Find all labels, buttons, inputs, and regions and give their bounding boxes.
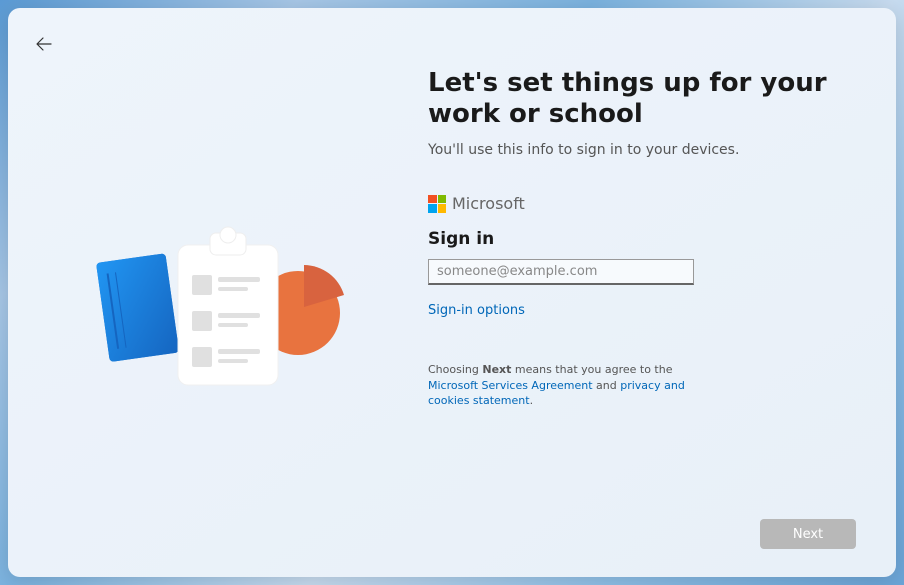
back-button[interactable]: [32, 32, 56, 56]
microsoft-logo-icon: [428, 195, 446, 213]
legal-next-word: Next: [482, 363, 511, 376]
microsoft-brand: Microsoft: [428, 194, 848, 213]
email-input[interactable]: [428, 259, 694, 285]
microsoft-brand-text: Microsoft: [452, 194, 525, 213]
page-subtitle: You'll use this info to sign in to your …: [428, 142, 848, 158]
signin-options-link[interactable]: Sign-in options: [428, 303, 525, 318]
work-school-illustration: [68, 213, 368, 413]
services-agreement-link[interactable]: Microsoft Services Agreement: [428, 379, 593, 392]
legal-text: Choosing Next means that you agree to th…: [428, 362, 708, 408]
signin-heading: Sign in: [428, 229, 848, 249]
oobe-window: Let's set things up for your work or sch…: [8, 8, 896, 577]
illustration-pane: [8, 8, 428, 577]
page-title: Let's set things up for your work or sch…: [428, 68, 848, 130]
form-pane: Let's set things up for your work or sch…: [428, 8, 896, 577]
arrow-left-icon: [36, 36, 52, 52]
next-button[interactable]: Next: [760, 519, 856, 549]
